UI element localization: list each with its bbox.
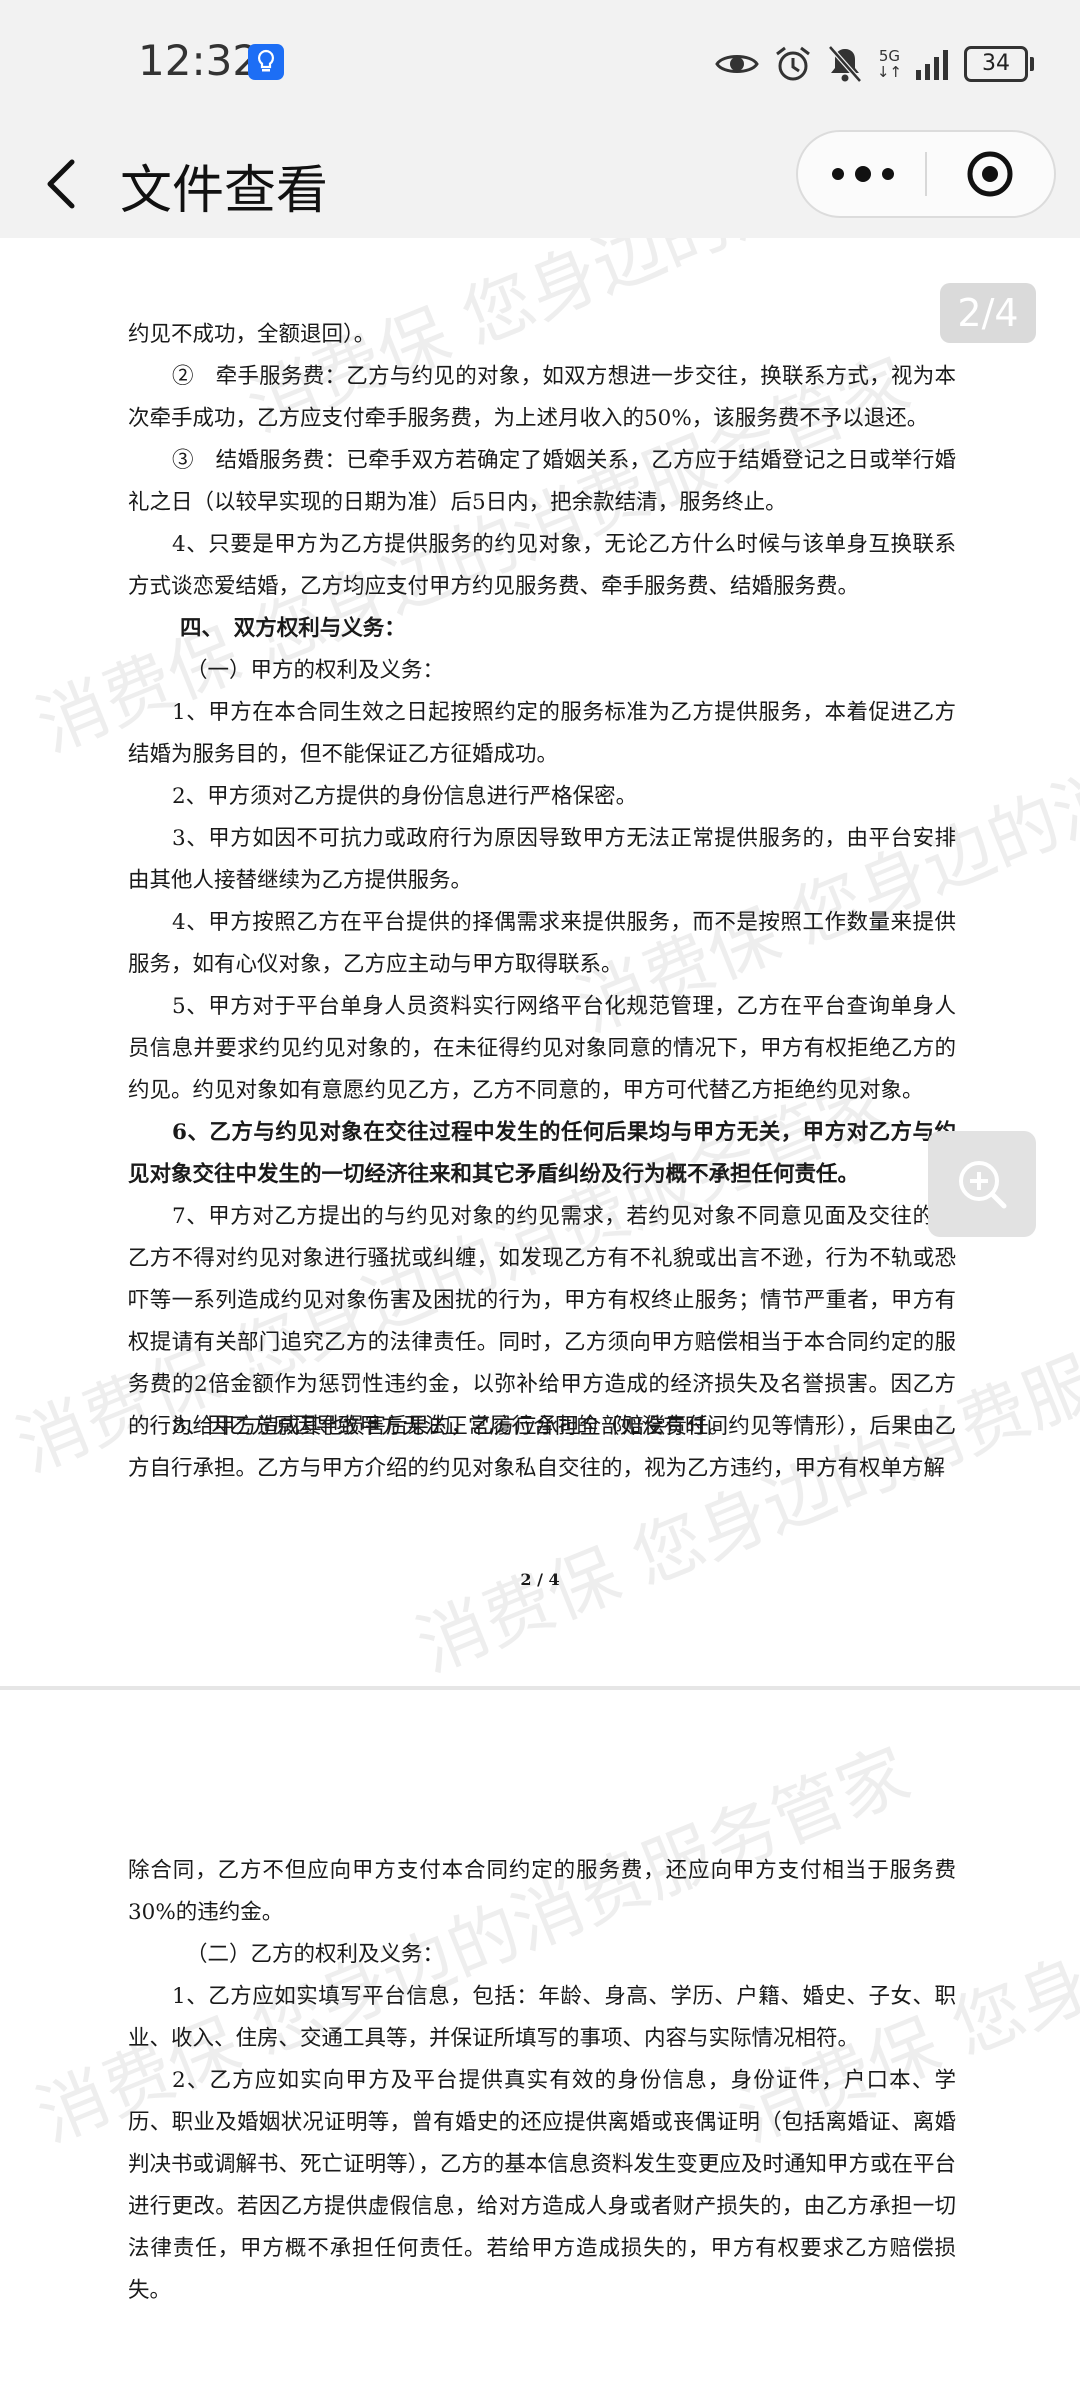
- subsection-heading: （一）甲方的权利及义务：: [186, 658, 445, 683]
- notification-app-icon: [248, 44, 284, 80]
- zoom-in-button[interactable]: [928, 1131, 1036, 1237]
- doc-paragraph: ② 牵手服务费：乙方与约见的对象，如双方想进一步交往，换联系方式，视为本次牵手成…: [128, 364, 956, 431]
- page-indicator: 2/4: [940, 283, 1036, 343]
- doc-paragraph: 约见不成功，全额退回）。: [128, 322, 376, 347]
- subsection-heading: （二）乙方的权利及义务：: [186, 1942, 445, 1967]
- page-title: 文件查看: [120, 161, 329, 221]
- doc-paragraph: 1、乙方应如实填写平台信息，包括：年龄、身高、学历、户籍、婚史、子女、职业、收入…: [128, 1984, 956, 2051]
- doc-paragraph: 3、甲方如因不可抗力或政府行为原因导致甲方无法正常提供服务的，由平台安排由其他人…: [128, 826, 956, 893]
- doc-paragraph: 除合同，乙方不但应向甲方支付本合同约定的服务费，还应向甲方支付相当于服务费30%…: [128, 1858, 956, 1925]
- doc-paragraph: 8、因乙方原因导致甲方无法正常履行合同的（如没有时间约见等情形），后果由乙方自行…: [128, 1414, 956, 1481]
- doc-paragraph: 4、甲方按照乙方在平台提供的择偶需求来提供服务，而不是按照工作数量来提供服务，如…: [128, 910, 956, 977]
- battery-icon: 34: [964, 46, 1034, 82]
- zoom-in-icon: [959, 1161, 1007, 1209]
- status-time: 12:32: [138, 36, 260, 85]
- alarm-icon: [775, 46, 810, 81]
- doc-paragraph: 2、甲方须对乙方提供的身份信息进行严格保密。: [172, 784, 638, 809]
- more-dots-icon[interactable]: [828, 158, 898, 190]
- doc-paragraph: ③ 结婚服务费：已牵手双方若确定了婚姻关系，乙方应于结婚登记之日或举行婚礼之日（…: [128, 448, 956, 515]
- status-icons: 5G ↓↑ 34: [715, 44, 1034, 84]
- target-circle-icon[interactable]: [966, 150, 1014, 198]
- doc-paragraph: 4、只要是甲方为乙方提供服务的约见对象，无论乙方什么时候与该单身互换联系方式谈恋…: [128, 532, 956, 599]
- capsule-divider: [925, 152, 927, 196]
- doc-paragraph: 5、甲方对于平台单身人员资料实行网络平台化规范管理，乙方在平台查询单身人员信息并…: [128, 994, 956, 1103]
- mute-bell-icon: [827, 45, 862, 83]
- signal-icon: [916, 50, 948, 80]
- status-bar: 12:32 5G ↓↑ 34: [0, 0, 1080, 130]
- chevron-left-icon[interactable]: [38, 156, 88, 212]
- doc-paragraph: 1、甲方在本合同生效之日起按照约定的服务标准为乙方提供服务，本着促进乙方结婚为服…: [128, 700, 956, 767]
- title-bar: 文件查看: [0, 130, 1080, 238]
- section-heading: 四、 双方权利与义务：: [180, 616, 406, 641]
- network-type: 5G ↓↑: [876, 47, 902, 81]
- document-viewer[interactable]: 消费保 您身边的消费服务管家 消费保 您身边的消费服务管家 消费保 您身边的消费…: [0, 238, 1080, 2400]
- eye-icon: [715, 55, 759, 73]
- doc-paragraph-bold: 6、乙方与约见对象在交往过程中发生的任何后果均与甲方无关，甲方对乙方与约见对象交…: [128, 1120, 956, 1187]
- page-separator: [0, 1686, 1080, 1690]
- page-number: 2 / 4: [520, 1570, 560, 1589]
- mini-program-capsule: [796, 130, 1056, 218]
- doc-paragraph: 2、乙方应如实向甲方及平台提供真实有效的身份信息，身份证件，户口本、学历、职业及…: [128, 2068, 956, 2303]
